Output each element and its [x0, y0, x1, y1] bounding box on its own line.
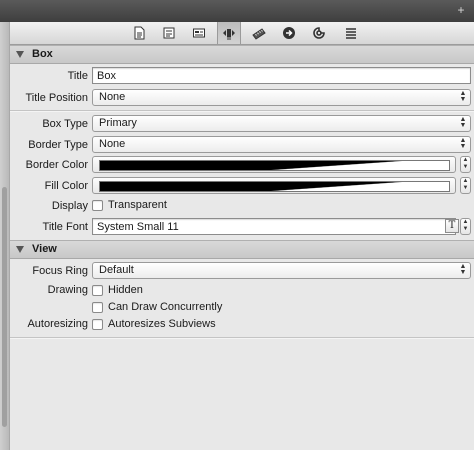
title-position-label: Title Position — [25, 92, 88, 104]
popup-arrows-icon: ▲ ▼ — [459, 263, 467, 276]
display-label: Display — [51, 200, 88, 212]
title-field[interactable]: Box — [92, 67, 471, 84]
font-size-stepper[interactable]: ▲ ▼ — [460, 218, 471, 235]
popup-arrows-icon: ▲ ▼ — [459, 116, 467, 129]
transparent-checkbox[interactable] — [92, 200, 103, 211]
focus-ring-popup[interactable]: Default ▲ ▼ — [92, 262, 471, 279]
separator — [10, 110, 474, 112]
attributes-icon[interactable] — [188, 24, 210, 42]
title-bar: + — [0, 0, 474, 22]
disclosure-triangle-icon[interactable] — [16, 51, 24, 58]
title-font-field[interactable]: System Small 11 — [92, 218, 456, 235]
border-color-menu-button[interactable]: ▲ ▼ — [460, 156, 471, 173]
section-title: View — [32, 243, 57, 255]
identity-icon[interactable] — [158, 24, 180, 42]
size-icon[interactable] — [217, 22, 241, 44]
connections-icon[interactable] — [278, 24, 300, 42]
title-label: Title — [67, 70, 88, 82]
box-section-header[interactable]: Box — [10, 45, 474, 64]
title-font-label: Title Font — [42, 221, 88, 233]
focus-ring-label: Focus Ring — [32, 265, 88, 277]
box-type-popup[interactable]: Primary ▲ ▼ — [92, 115, 471, 132]
popup-value: None — [99, 91, 126, 103]
title-position-popup[interactable]: None ▲ ▼ — [92, 89, 471, 106]
effects-icon[interactable] — [340, 24, 362, 42]
fill-color-label: Fill Color — [44, 180, 88, 192]
fill-color-menu-button[interactable]: ▲ ▼ — [460, 177, 471, 194]
fill-color-well[interactable] — [92, 177, 456, 194]
bindings-icon[interactable] — [308, 24, 330, 42]
hidden-label[interactable]: Hidden — [108, 284, 143, 296]
disclosure-triangle-icon[interactable] — [16, 246, 24, 253]
border-type-label: Border Type — [28, 139, 88, 151]
border-color-label: Border Color — [25, 159, 88, 171]
draw-concurrently-label[interactable]: Can Draw Concurrently — [108, 301, 222, 313]
drawing-label: Drawing — [47, 284, 88, 296]
hidden-checkbox[interactable] — [92, 285, 103, 296]
section-title: Box — [32, 48, 53, 60]
inspector-toolbar — [10, 22, 474, 45]
popup-value: None — [99, 138, 126, 150]
popup-arrows-icon: ▲ ▼ — [459, 137, 467, 150]
box-type-label: Box Type — [42, 118, 88, 130]
ruler-icon[interactable] — [248, 24, 270, 42]
separator — [10, 337, 474, 339]
autoresizes-label[interactable]: Autoresizes Subviews — [108, 318, 216, 330]
border-type-popup[interactable]: None ▲ ▼ — [92, 136, 471, 153]
color-swatch — [99, 160, 450, 171]
autoresizes-checkbox[interactable] — [92, 319, 103, 330]
file-icon[interactable] — [128, 24, 150, 42]
font-value: System Small 11 — [97, 221, 179, 233]
draw-concurrently-checkbox[interactable] — [92, 302, 103, 313]
color-swatch — [99, 181, 450, 192]
popup-value: Primary — [99, 117, 137, 129]
view-section-header[interactable]: View — [10, 240, 474, 259]
popup-arrows-icon: ▲ ▼ — [459, 90, 467, 103]
scrollbar-thumb[interactable] — [2, 187, 7, 427]
transparent-label[interactable]: Transparent — [108, 199, 167, 211]
autoresizing-label: Autoresizing — [27, 318, 88, 330]
popup-value: Default — [99, 264, 134, 276]
border-color-well[interactable] — [92, 156, 456, 173]
font-panel-icon[interactable]: T — [445, 219, 459, 233]
add-icon[interactable]: + — [454, 3, 468, 17]
scrollbar[interactable] — [0, 22, 10, 450]
